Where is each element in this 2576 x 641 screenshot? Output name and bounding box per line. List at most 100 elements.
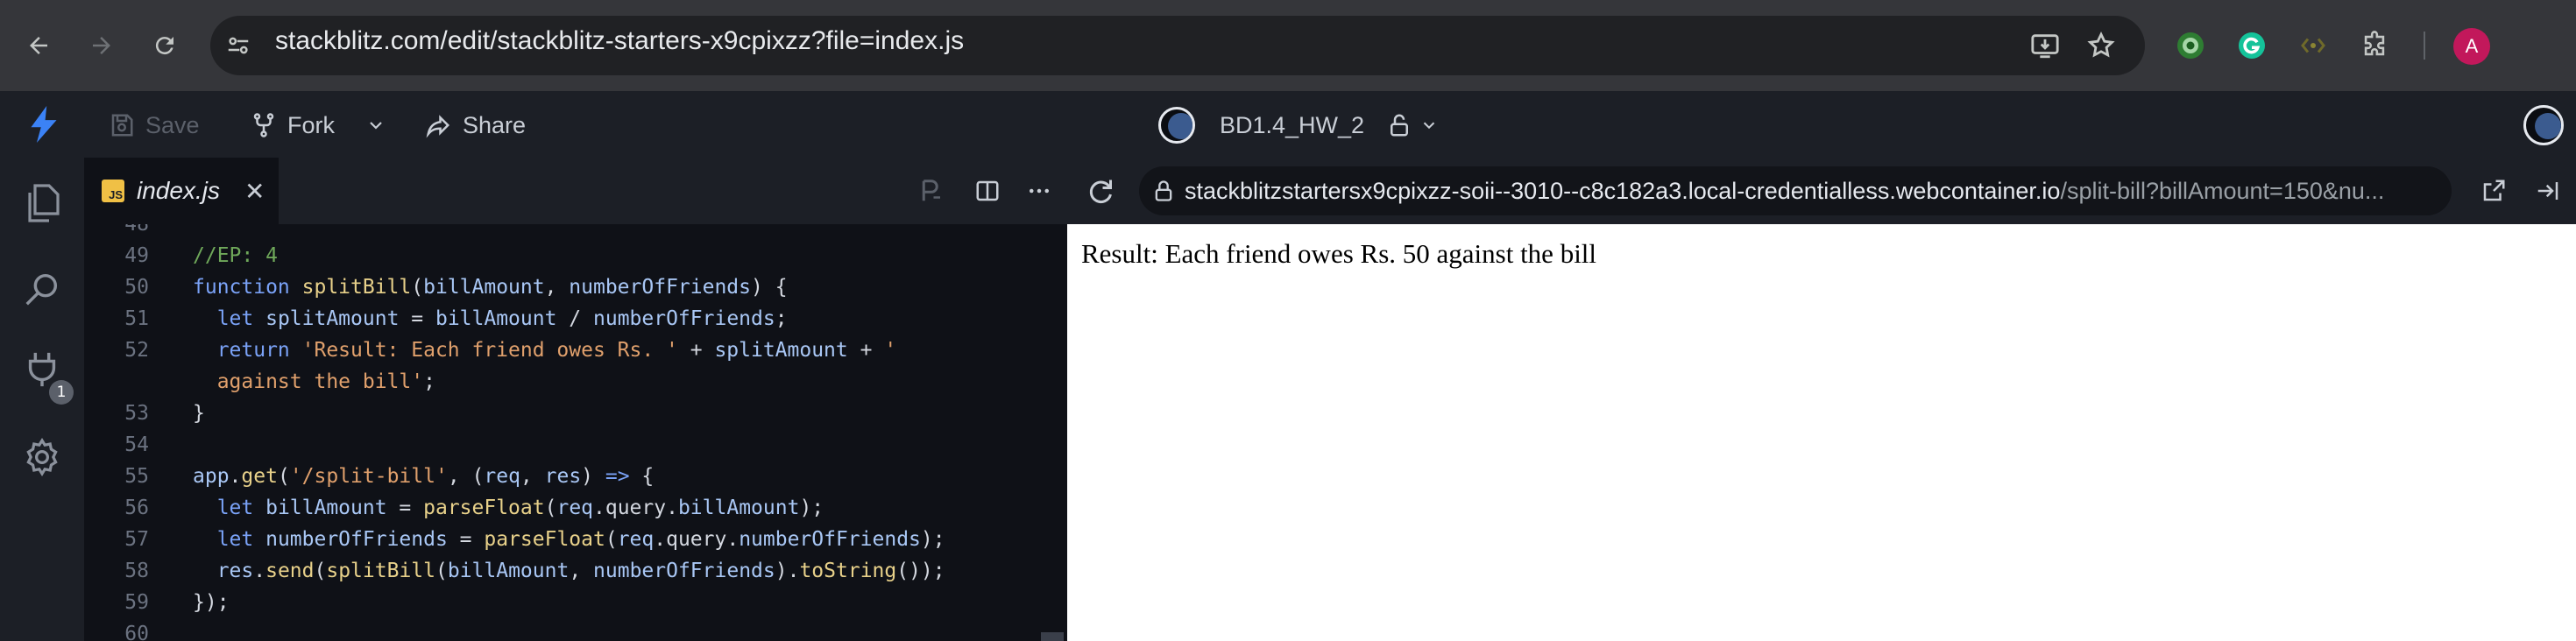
preview-reload-button[interactable] <box>1085 175 1118 208</box>
code-token: } <box>193 402 205 425</box>
share-icon <box>426 115 450 138</box>
install-icon <box>2031 34 2059 59</box>
code-token: .query. <box>593 497 678 519</box>
code-token: => <box>605 465 630 488</box>
settings-button[interactable] <box>18 433 67 482</box>
code-text: let billAmount = parseFloat(req.query.bi… <box>193 497 824 519</box>
code-line[interactable]: 51 let splitAmount = billAmount / number… <box>84 303 1067 335</box>
code-token: ) { <box>751 276 788 299</box>
url-text[interactable]: stackblitz.com/edit/stackblitz-starters-… <box>275 26 964 56</box>
code-line[interactable]: 52 return 'Result: Each friend owes Rs. … <box>84 335 1067 366</box>
code-token: app <box>193 465 230 488</box>
line-number: 53 <box>124 402 149 425</box>
line-number: 54 <box>124 433 149 456</box>
explorer-button[interactable] <box>18 179 67 228</box>
code-token: numberOfFriends <box>739 528 921 551</box>
code-line[interactable]: 55 app.get('/split-bill', (req, res) => { <box>84 461 1067 492</box>
code-line[interactable]: 60 <box>84 618 1067 641</box>
collapse-preview-button[interactable] <box>2532 175 2564 207</box>
fork-dropdown-button[interactable] <box>361 110 391 140</box>
code-text: let splitAmount = billAmount / numberOfF… <box>193 307 788 330</box>
code-token: + <box>847 339 885 362</box>
code-token: , <box>544 276 570 299</box>
extension-code-icon <box>2301 38 2325 53</box>
reload-button[interactable] <box>144 25 186 67</box>
code-line[interactable]: 58 res.send(splitBill(billAmount, number… <box>84 555 1067 587</box>
code-line[interactable]: 53} <box>84 398 1067 429</box>
tab-index-js[interactable]: JS index.js ✕ <box>84 158 279 224</box>
code-editor[interactable]: 48 49//EP: 4 50 function splitBill(billAmou… <box>84 224 1067 641</box>
extension-button-1[interactable] <box>2171 26 2210 65</box>
code-token: ( <box>544 497 557 519</box>
visibility-dropdown[interactable] <box>1386 110 1439 140</box>
project-name[interactable]: BD1.4_HW_2 <box>1220 110 1364 140</box>
code-line[interactable]: 57 let numberOfFriends = parseFloat(req.… <box>84 524 1067 555</box>
code-line[interactable]: 56 let billAmount = parseFloat(req.query… <box>84 492 1067 524</box>
extensions-menu-button[interactable] <box>2355 26 2394 65</box>
save-button[interactable]: Save <box>109 110 200 140</box>
code-token: numberOfFriends <box>593 307 775 330</box>
external-link-icon <box>2483 180 2505 201</box>
preview-url-text[interactable]: stackblitzstartersx9cpixzz-soii--3010--c… <box>1185 178 2429 205</box>
line-number: 59 <box>124 591 149 614</box>
editor-scrollbar[interactable] <box>1041 632 1064 641</box>
code-token: ( <box>605 528 618 551</box>
preview-lock <box>1150 177 1178 205</box>
code-line[interactable]: against the bill'; <box>84 366 1067 398</box>
code-text: function splitBill(billAmount, numberOfF… <box>193 276 788 299</box>
bookmark-button[interactable] <box>2082 26 2120 65</box>
code-token: send <box>265 560 315 582</box>
code-line[interactable]: 48 <box>84 224 1067 240</box>
code-token: '/split-bill' <box>289 465 448 488</box>
split-editor-button[interactable] <box>974 175 1001 207</box>
bookmark-star-icon <box>2087 31 2115 58</box>
code-token: let <box>193 528 266 551</box>
split-icon <box>976 180 999 201</box>
line-number: 60 <box>124 623 149 641</box>
project-name-label: BD1.4_HW_2 <box>1220 111 1365 138</box>
code-line[interactable]: 59}); <box>84 587 1067 618</box>
extension-button-3[interactable] <box>2294 26 2332 65</box>
code-token: ' <box>884 339 897 362</box>
code-token: + <box>677 339 715 362</box>
search-button[interactable] <box>18 264 67 313</box>
stackblitz-logo[interactable] <box>25 103 63 145</box>
fork-button[interactable]: Fork <box>251 110 335 140</box>
grammarly-icon <box>2239 32 2265 59</box>
close-icon[interactable]: ✕ <box>244 177 265 206</box>
share-label: Share <box>463 111 527 138</box>
profile-avatar[interactable]: A <box>2453 28 2490 65</box>
code-token: res <box>193 560 254 582</box>
extension-button-2[interactable] <box>2233 26 2271 65</box>
code-line[interactable]: 54 <box>84 429 1067 461</box>
extension-green-icon <box>2177 32 2204 59</box>
code-line[interactable]: 50 function splitBill(billAmount, numberO… <box>84 271 1067 303</box>
format-button[interactable] <box>918 175 945 207</box>
more-actions-button[interactable] <box>1025 175 1053 207</box>
forward-button[interactable] <box>81 25 123 67</box>
site-info-button[interactable] <box>217 25 259 67</box>
line-number: 56 <box>124 497 149 519</box>
share-button[interactable]: Share <box>424 110 526 140</box>
code-token: billAmount <box>265 497 387 519</box>
code-token: ( <box>411 276 424 299</box>
code-text: let numberOfFriends = parseFloat(req.que… <box>193 528 945 551</box>
extensions-puzzle-icon <box>2364 31 2385 56</box>
code-line[interactable]: 49 //EP: 4 <box>84 240 1067 271</box>
url-host: stackblitz.com <box>275 26 441 55</box>
code-token: { <box>629 465 655 488</box>
preview-url-path: /split-bill?billAmount=150&nu... <box>2060 178 2385 204</box>
code-token: splitBill <box>301 276 412 299</box>
back-icon <box>30 37 47 54</box>
back-button[interactable] <box>18 25 60 67</box>
install-app-button[interactable] <box>2026 26 2064 65</box>
code-text: app.get('/split-bill', (req, res) => { <box>193 465 654 488</box>
user-avatar[interactable] <box>2523 105 2564 145</box>
line-number: 49 <box>124 244 149 267</box>
code-token: numberOfFriends <box>265 528 448 551</box>
project-avatar[interactable] <box>1158 107 1195 144</box>
line-number: 57 <box>124 528 149 551</box>
open-in-new-tab-button[interactable] <box>2478 175 2509 207</box>
code-token: parseFloat <box>484 528 605 551</box>
code-token: ( <box>277 465 290 488</box>
